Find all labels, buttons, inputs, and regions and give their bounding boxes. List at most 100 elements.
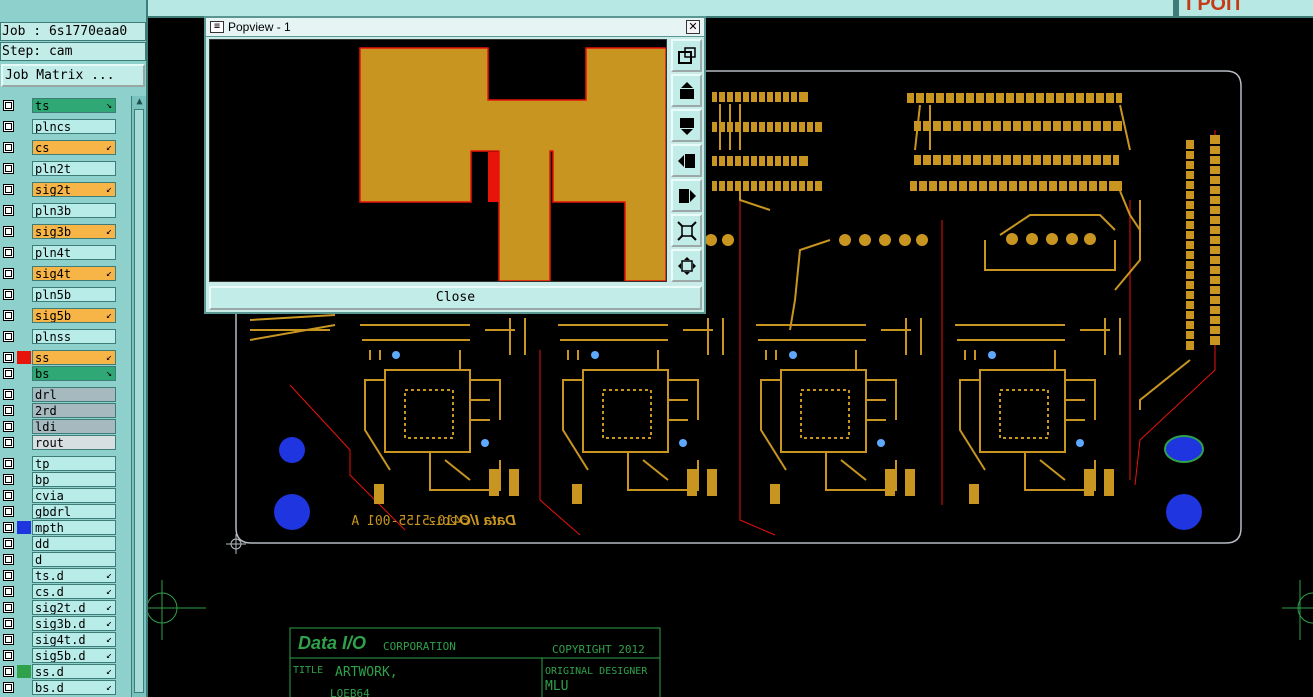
layer-color-swatch[interactable] xyxy=(17,288,31,301)
layer-color-swatch[interactable] xyxy=(17,617,31,630)
layer-row[interactable]: cs ↙ xyxy=(0,140,120,155)
layer-name[interactable]: pln2t xyxy=(32,161,116,176)
layer-name[interactable]: dd xyxy=(32,536,116,551)
layer-name[interactable]: mpth xyxy=(32,520,116,535)
layer-checkbox[interactable] xyxy=(3,205,14,216)
layer-name[interactable]: sig2t.d ↙ xyxy=(32,600,116,615)
layer-row[interactable]: bp xyxy=(0,472,120,487)
layer-checkbox[interactable] xyxy=(3,554,14,565)
layer-checkbox[interactable] xyxy=(3,184,14,195)
layer-row[interactable]: pln4t xyxy=(0,245,120,260)
layer-row[interactable]: sig3b ↙ xyxy=(0,224,120,239)
layer-name[interactable]: sig4t ↙ xyxy=(32,266,116,281)
layer-name[interactable]: rout xyxy=(32,435,116,450)
layer-checkbox[interactable] xyxy=(3,490,14,501)
layer-checkbox[interactable] xyxy=(3,506,14,517)
layer-row[interactable]: drl xyxy=(0,387,120,402)
layer-row[interactable]: sig3b.d ↙ xyxy=(0,616,120,631)
layer-row[interactable]: sig5b ↙ xyxy=(0,308,120,323)
layer-row[interactable]: ts ↘ xyxy=(0,98,120,113)
layer-row[interactable]: sig4t.d ↙ xyxy=(0,632,120,647)
popview-viewport[interactable] xyxy=(209,39,667,282)
layer-row[interactable]: plncs xyxy=(0,119,120,134)
layer-color-swatch[interactable] xyxy=(17,225,31,238)
layer-name[interactable]: tp xyxy=(32,456,116,471)
layer-checkbox[interactable] xyxy=(3,368,14,379)
layer-color-swatch[interactable] xyxy=(17,420,31,433)
layer-color-swatch[interactable] xyxy=(17,388,31,401)
layer-row[interactable]: sig2t.d ↙ xyxy=(0,600,120,615)
layer-row[interactable]: d xyxy=(0,552,120,567)
layer-row[interactable]: dd xyxy=(0,536,120,551)
layer-row[interactable]: pln5b xyxy=(0,287,120,302)
layer-row[interactable]: bs ↘ xyxy=(0,366,120,381)
layer-name[interactable]: cs.d ↙ xyxy=(32,584,116,599)
layer-row[interactable]: bs.d ↙ xyxy=(0,680,120,695)
layer-name[interactable]: sig3b.d ↙ xyxy=(32,616,116,631)
layer-row[interactable]: ldi xyxy=(0,419,120,434)
layer-color-swatch[interactable] xyxy=(17,367,31,380)
layer-name[interactable]: ss ↙ xyxy=(32,350,116,365)
layer-checkbox[interactable] xyxy=(3,121,14,132)
layer-color-swatch[interactable] xyxy=(17,569,31,582)
layer-checkbox[interactable] xyxy=(3,522,14,533)
layer-name[interactable]: d xyxy=(32,552,116,567)
layer-name[interactable]: cvia xyxy=(32,488,116,503)
layer-color-swatch[interactable] xyxy=(17,120,31,133)
layer-checkbox[interactable] xyxy=(3,247,14,258)
layer-color-swatch[interactable] xyxy=(17,649,31,662)
layer-name[interactable]: bp xyxy=(32,472,116,487)
layer-color-swatch[interactable] xyxy=(17,553,31,566)
layer-checkbox[interactable] xyxy=(3,682,14,693)
layer-color-swatch[interactable] xyxy=(17,267,31,280)
layer-name[interactable]: bs ↘ xyxy=(32,366,116,381)
job-matrix-button[interactable]: Job Matrix ... xyxy=(1,64,145,87)
layer-checkbox[interactable] xyxy=(3,538,14,549)
layer-row[interactable]: ts.d ↙ xyxy=(0,568,120,583)
layer-row[interactable]: mpth xyxy=(0,520,120,535)
layer-color-swatch[interactable] xyxy=(17,601,31,614)
popview-close-button[interactable]: Close xyxy=(209,286,702,310)
layer-name[interactable]: pln4t xyxy=(32,245,116,260)
layer-name[interactable]: pln3b xyxy=(32,203,116,218)
layer-row[interactable]: pln3b xyxy=(0,203,120,218)
scroll-up-icon[interactable]: ▲ xyxy=(133,96,146,108)
layer-color-swatch[interactable] xyxy=(17,141,31,154)
pan-left-icon[interactable] xyxy=(671,144,702,177)
layer-color-swatch[interactable] xyxy=(17,473,31,486)
layer-color-swatch[interactable] xyxy=(17,505,31,518)
zoom-out-icon[interactable] xyxy=(671,214,702,247)
window-menu-icon[interactable]: ≡ xyxy=(210,21,224,33)
layer-color-swatch[interactable] xyxy=(17,457,31,470)
layer-checkbox[interactable] xyxy=(3,618,14,629)
layer-color-swatch[interactable] xyxy=(17,404,31,417)
layer-color-swatch[interactable] xyxy=(17,489,31,502)
layer-checkbox[interactable] xyxy=(3,586,14,597)
layer-name[interactable]: plnss xyxy=(32,329,116,344)
layer-name[interactable]: ts ↘ xyxy=(32,98,116,113)
layer-row[interactable]: sig2t ↙ xyxy=(0,182,120,197)
layer-checkbox[interactable] xyxy=(3,163,14,174)
layer-checkbox[interactable] xyxy=(3,289,14,300)
layer-row[interactable]: plnss xyxy=(0,329,120,344)
layer-checkbox[interactable] xyxy=(3,310,14,321)
layer-checkbox[interactable] xyxy=(3,650,14,661)
layer-row[interactable]: cvia xyxy=(0,488,120,503)
layer-checkbox[interactable] xyxy=(3,437,14,448)
layer-checkbox[interactable] xyxy=(3,226,14,237)
layer-checkbox[interactable] xyxy=(3,100,14,111)
layer-checkbox[interactable] xyxy=(3,142,14,153)
layer-color-swatch[interactable] xyxy=(17,585,31,598)
layer-checkbox[interactable] xyxy=(3,331,14,342)
layer-name[interactable]: sig2t ↙ xyxy=(32,182,116,197)
zoom-window-icon[interactable] xyxy=(671,39,702,72)
layer-name[interactable]: bs.d ↙ xyxy=(32,680,116,695)
layer-checkbox[interactable] xyxy=(3,666,14,677)
layer-checkbox[interactable] xyxy=(3,352,14,363)
layer-checkbox[interactable] xyxy=(3,389,14,400)
layer-color-swatch[interactable] xyxy=(17,309,31,322)
layer-checkbox[interactable] xyxy=(3,602,14,613)
layer-checkbox[interactable] xyxy=(3,421,14,432)
layer-name[interactable]: ldi xyxy=(32,419,116,434)
layer-name[interactable]: drl xyxy=(32,387,116,402)
